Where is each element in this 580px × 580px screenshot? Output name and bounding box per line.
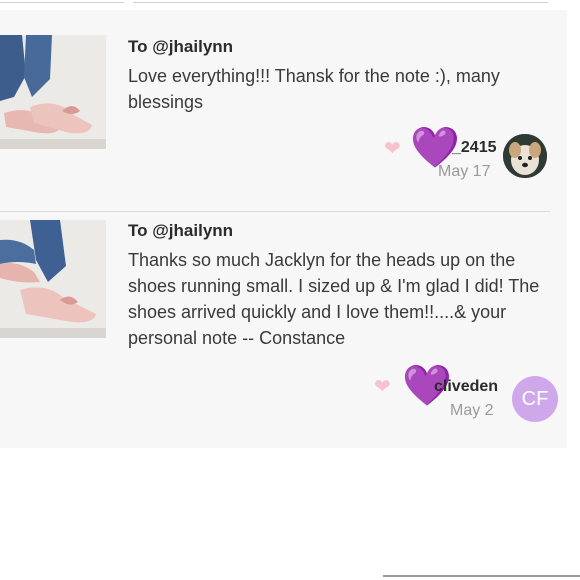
note-recipient[interactable]: To @jhailynn [128,221,233,241]
dog-avatar-icon[interactable] [503,134,547,178]
pink-heart-icon: ❤ [374,376,391,398]
note-date: May 2 [450,402,494,419]
pink-heart-icon: ❤ [384,138,401,160]
shoe-photo [0,35,106,149]
initials-avatar[interactable]: CF [512,376,558,422]
note-meta: ❤ 💜 cliveden May 2 CF [372,364,562,424]
top-border [0,0,580,8]
love-note-2: To @jhailynn Thanks so much Jacklyn for … [0,212,567,448]
love-note-1: To @jhailynn Love everything!!! Thansk f… [0,10,567,206]
top-border-right [133,0,548,3]
note-message: Thanks so much Jacklyn for the heads up … [128,250,540,348]
note-date: May 17 [438,163,491,180]
note-message: Love everything!!! Thansk for the note :… [128,66,500,112]
sender-username[interactable]: cliveden [434,378,498,396]
shoe-photo [0,220,106,338]
listing-thumbnail[interactable] [0,35,106,149]
sender-username[interactable]: _2415 [452,139,497,157]
listing-thumbnail[interactable] [0,220,106,338]
top-border-left [0,0,124,3]
note-meta: ❤ 💜 _2415 May 17 [380,128,550,194]
bottom-scroll-indicator [383,575,580,580]
note-recipient[interactable]: To @jhailynn [128,37,233,57]
